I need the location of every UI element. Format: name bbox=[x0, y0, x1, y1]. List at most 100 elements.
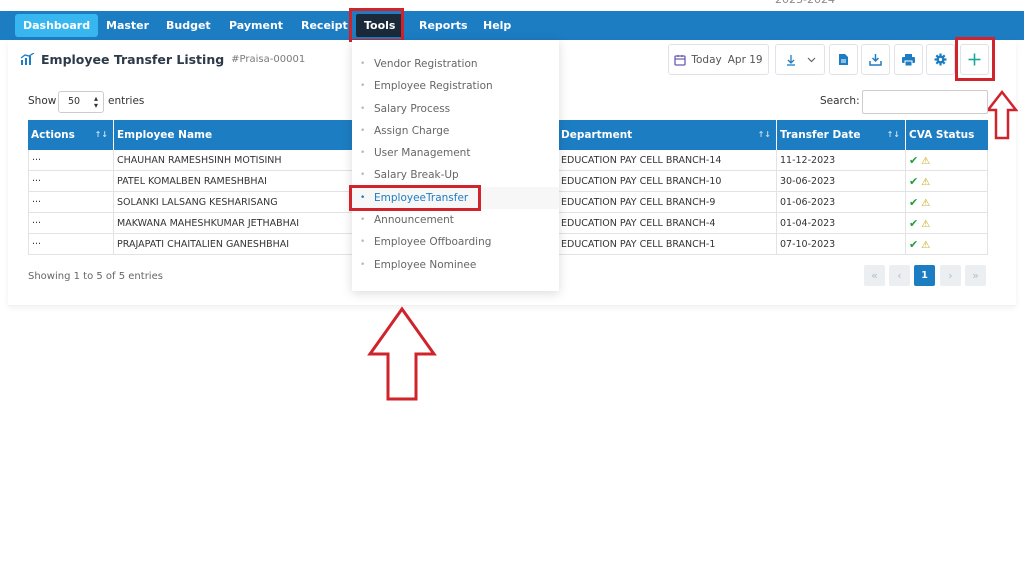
print-icon bbox=[902, 53, 915, 66]
menu-announcement[interactable]: • Announcement bbox=[352, 209, 559, 231]
today-label: Today bbox=[691, 53, 722, 66]
col-cva-status[interactable]: CVA Status bbox=[906, 120, 988, 150]
nav-tools[interactable]: Tools bbox=[356, 14, 404, 37]
row-actions-button[interactable]: ··· bbox=[28, 234, 114, 255]
calendar-icon bbox=[674, 54, 687, 66]
main-navbar: Dashboard Master Budget Payment Receipt … bbox=[0, 11, 1024, 40]
cva-status: ✔ ⚠ bbox=[906, 150, 988, 171]
menu-employee-offboarding[interactable]: • Employee Offboarding bbox=[352, 231, 559, 253]
menu-employee-transfer[interactable]: • EmployeeTransfer bbox=[352, 187, 559, 209]
menu-item-label: Salary Process bbox=[374, 103, 451, 115]
col-actions[interactable]: Actions ↑↓ bbox=[28, 120, 114, 150]
bullet-icon: • bbox=[360, 215, 366, 225]
document-button[interactable] bbox=[829, 44, 858, 75]
chart-icon bbox=[20, 53, 35, 65]
chevron-down-icon bbox=[807, 57, 815, 62]
menu-item-label: EmployeeTransfer bbox=[374, 192, 469, 204]
menu-user-management[interactable]: • User Management bbox=[352, 142, 559, 164]
menu-item-label: Employee Registration bbox=[374, 80, 493, 92]
transfer-date: 11-12-2023 bbox=[777, 150, 906, 171]
check-icon: ✔ bbox=[909, 196, 919, 209]
page-title: Employee Transfer Listing bbox=[41, 51, 225, 67]
nav-budget[interactable]: Budget bbox=[158, 14, 219, 37]
bullet-icon: • bbox=[360, 81, 366, 91]
bullet-icon: • bbox=[360, 170, 366, 180]
department: EDUCATION PAY CELL BRANCH-10 bbox=[558, 171, 777, 192]
arrow-up-annotation-small bbox=[986, 90, 1018, 140]
search-input[interactable] bbox=[862, 90, 988, 114]
row-actions-button[interactable]: ··· bbox=[28, 192, 114, 213]
plus-icon bbox=[968, 53, 981, 66]
last-page-button[interactable]: » bbox=[965, 265, 986, 286]
today-date-button[interactable]: Today Apr 19 bbox=[668, 44, 769, 75]
nav-master[interactable]: Master bbox=[98, 14, 157, 37]
show-label: Show bbox=[28, 95, 57, 107]
nav-reports[interactable]: Reports bbox=[411, 14, 476, 37]
menu-salary-break-up[interactable]: • Salary Break-Up bbox=[352, 164, 559, 186]
department: EDUCATION PAY CELL BRANCH-1 bbox=[558, 234, 777, 255]
menu-item-label: User Management bbox=[374, 147, 471, 159]
warning-icon: ⚠ bbox=[921, 177, 931, 188]
download-dropdown-button[interactable] bbox=[775, 44, 825, 75]
financial-year: 2023-2024 bbox=[775, 0, 835, 6]
sort-icon: ↑↓ bbox=[757, 130, 771, 139]
gear-icon bbox=[934, 53, 947, 66]
col-transfer-date[interactable]: Transfer Date ↑↓ bbox=[777, 120, 906, 150]
menu-item-label: Assign Charge bbox=[374, 125, 450, 137]
nav-payment[interactable]: Payment bbox=[221, 14, 291, 37]
cva-status: ✔ ⚠ bbox=[906, 192, 988, 213]
showing-entries: Showing 1 to 5 of 5 entries bbox=[28, 271, 163, 282]
row-actions-button[interactable]: ··· bbox=[28, 213, 114, 234]
department: EDUCATION PAY CELL BRANCH-4 bbox=[558, 213, 777, 234]
bullet-icon: • bbox=[360, 237, 366, 247]
menu-employee-nominee[interactable]: • Employee Nominee bbox=[352, 254, 559, 276]
bullet-icon: • bbox=[360, 148, 366, 158]
add-new-button[interactable] bbox=[960, 44, 989, 75]
department: EDUCATION PAY CELL BRANCH-14 bbox=[558, 150, 777, 171]
col-actions-label: Actions bbox=[31, 129, 75, 141]
tools-dropdown-menu: • Vendor Registration • Employee Registrat… bbox=[352, 40, 559, 291]
page-subtitle: #Praisa-00001 bbox=[231, 53, 306, 65]
bullet-icon: • bbox=[360, 193, 366, 203]
transfer-date: 30-06-2023 bbox=[777, 171, 906, 192]
row-actions-button[interactable]: ··· bbox=[28, 171, 114, 192]
transfer-date: 01-04-2023 bbox=[777, 213, 906, 234]
department: EDUCATION PAY CELL BRANCH-9 bbox=[558, 192, 777, 213]
nav-dashboard[interactable]: Dashboard bbox=[15, 14, 99, 37]
settings-button[interactable] bbox=[926, 44, 955, 75]
menu-salary-process[interactable]: • Salary Process bbox=[352, 98, 559, 120]
nav-receipt[interactable]: Receipt bbox=[293, 14, 356, 37]
prev-page-button[interactable]: ‹ bbox=[889, 265, 910, 286]
row-actions-button[interactable]: ··· bbox=[28, 150, 114, 171]
export-icon bbox=[869, 53, 882, 66]
col-department[interactable]: Department ↑↓ bbox=[558, 120, 777, 150]
print-button[interactable] bbox=[894, 44, 923, 75]
col-cva-status-label: CVA Status bbox=[909, 129, 975, 141]
menu-vendor-registration[interactable]: • Vendor Registration bbox=[352, 53, 559, 75]
menu-employee-registration[interactable]: • Employee Registration bbox=[352, 75, 559, 97]
page-size-value: 50 bbox=[68, 96, 81, 107]
export-button[interactable] bbox=[861, 44, 890, 75]
warning-icon: ⚠ bbox=[921, 219, 931, 230]
menu-assign-charge[interactable]: • Assign Charge bbox=[352, 120, 559, 142]
menu-item-label: Salary Break-Up bbox=[374, 169, 459, 181]
next-page-button[interactable]: › bbox=[940, 265, 961, 286]
nav-help[interactable]: Help bbox=[475, 14, 519, 37]
col-employee-name-label: Employee Name bbox=[117, 129, 213, 141]
transfer-date: 01-06-2023 bbox=[777, 192, 906, 213]
menu-item-label: Vendor Registration bbox=[374, 58, 478, 70]
page-header: Employee Transfer Listing #Praisa-00001 bbox=[20, 49, 305, 69]
sort-icon: ↑↓ bbox=[94, 130, 108, 139]
warning-icon: ⚠ bbox=[921, 156, 931, 167]
page-size-select[interactable]: 50 ▴ ▾ bbox=[58, 91, 104, 113]
cva-status: ✔ ⚠ bbox=[906, 213, 988, 234]
page-1-button[interactable]: 1 bbox=[914, 265, 935, 286]
cva-status: ✔ ⚠ bbox=[906, 234, 988, 255]
first-page-button[interactable]: « bbox=[864, 265, 885, 286]
sort-icon: ↑↓ bbox=[886, 130, 900, 139]
check-icon: ✔ bbox=[909, 175, 919, 188]
arrow-up-annotation-large bbox=[367, 306, 437, 401]
menu-item-label: Announcement bbox=[374, 214, 454, 226]
menu-item-label: Employee Offboarding bbox=[374, 236, 492, 248]
bullet-icon: • bbox=[360, 126, 366, 136]
